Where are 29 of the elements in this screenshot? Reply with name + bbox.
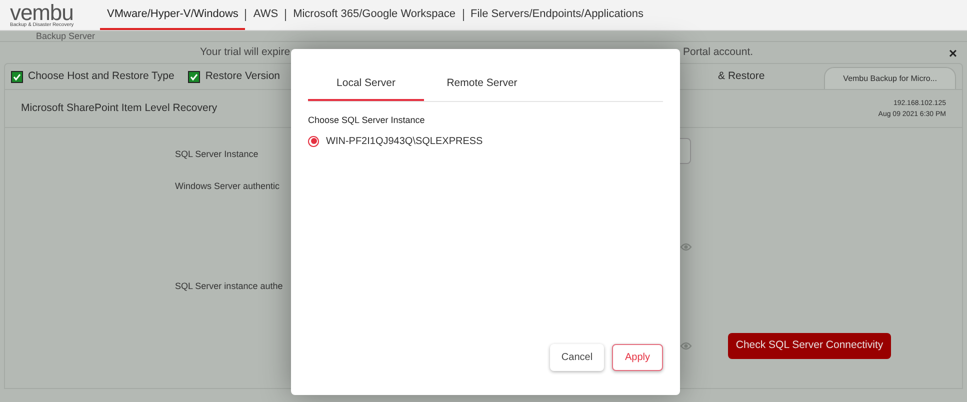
checkbox-checked-icon (188, 70, 200, 82)
eye-icon[interactable] (680, 341, 692, 351)
nav-tab[interactable]: AWS (246, 0, 286, 30)
connectivity-button[interactable]: Check SQL Server Connectivity (728, 333, 891, 359)
radio-button[interactable] (308, 136, 319, 146)
instance-heading: Choose SQL Server Instance (308, 114, 426, 127)
logo-wordmark: vembu (10, 2, 74, 22)
banner-text: Your trial will expire (200, 44, 290, 60)
nav-tab[interactable]: File Servers/Endpoints/Applications (464, 0, 651, 30)
banner-text: Portal account. (683, 44, 754, 60)
close-button[interactable]: × (948, 46, 957, 60)
cancel-button[interactable]: Cancel (550, 344, 604, 371)
step-label: & Restore (718, 68, 765, 84)
dialog-tab[interactable]: Local Server (308, 69, 424, 101)
step-label: Restore Version (205, 68, 280, 84)
field-label: SQL Server instance authe (175, 280, 283, 293)
step-label: Choose Host and Restore Type (28, 68, 174, 84)
eye-icon[interactable] (680, 242, 692, 252)
page-title: Microsoft SharePoint Item Level Recovery (21, 100, 218, 116)
dialog-tab[interactable]: Remote Server (424, 69, 540, 101)
nav-tab[interactable]: Microsoft 365/Google Workspace (286, 0, 463, 30)
sub-label: Backup Server (36, 31, 96, 41)
instance-label: WIN-PF2I1QJ943Q\SQLEXPRESS (326, 134, 483, 148)
field-label: SQL Server Instance (175, 148, 260, 161)
product-tab[interactable]: Vembu Backup for Micro... (824, 67, 956, 89)
field-label: Windows Server authentic (175, 180, 281, 193)
apply-button[interactable]: Apply (612, 344, 663, 371)
nav-tab[interactable]: VMware/Hyper-V/Windows (100, 0, 246, 30)
checkbox-checked-icon (11, 70, 23, 82)
